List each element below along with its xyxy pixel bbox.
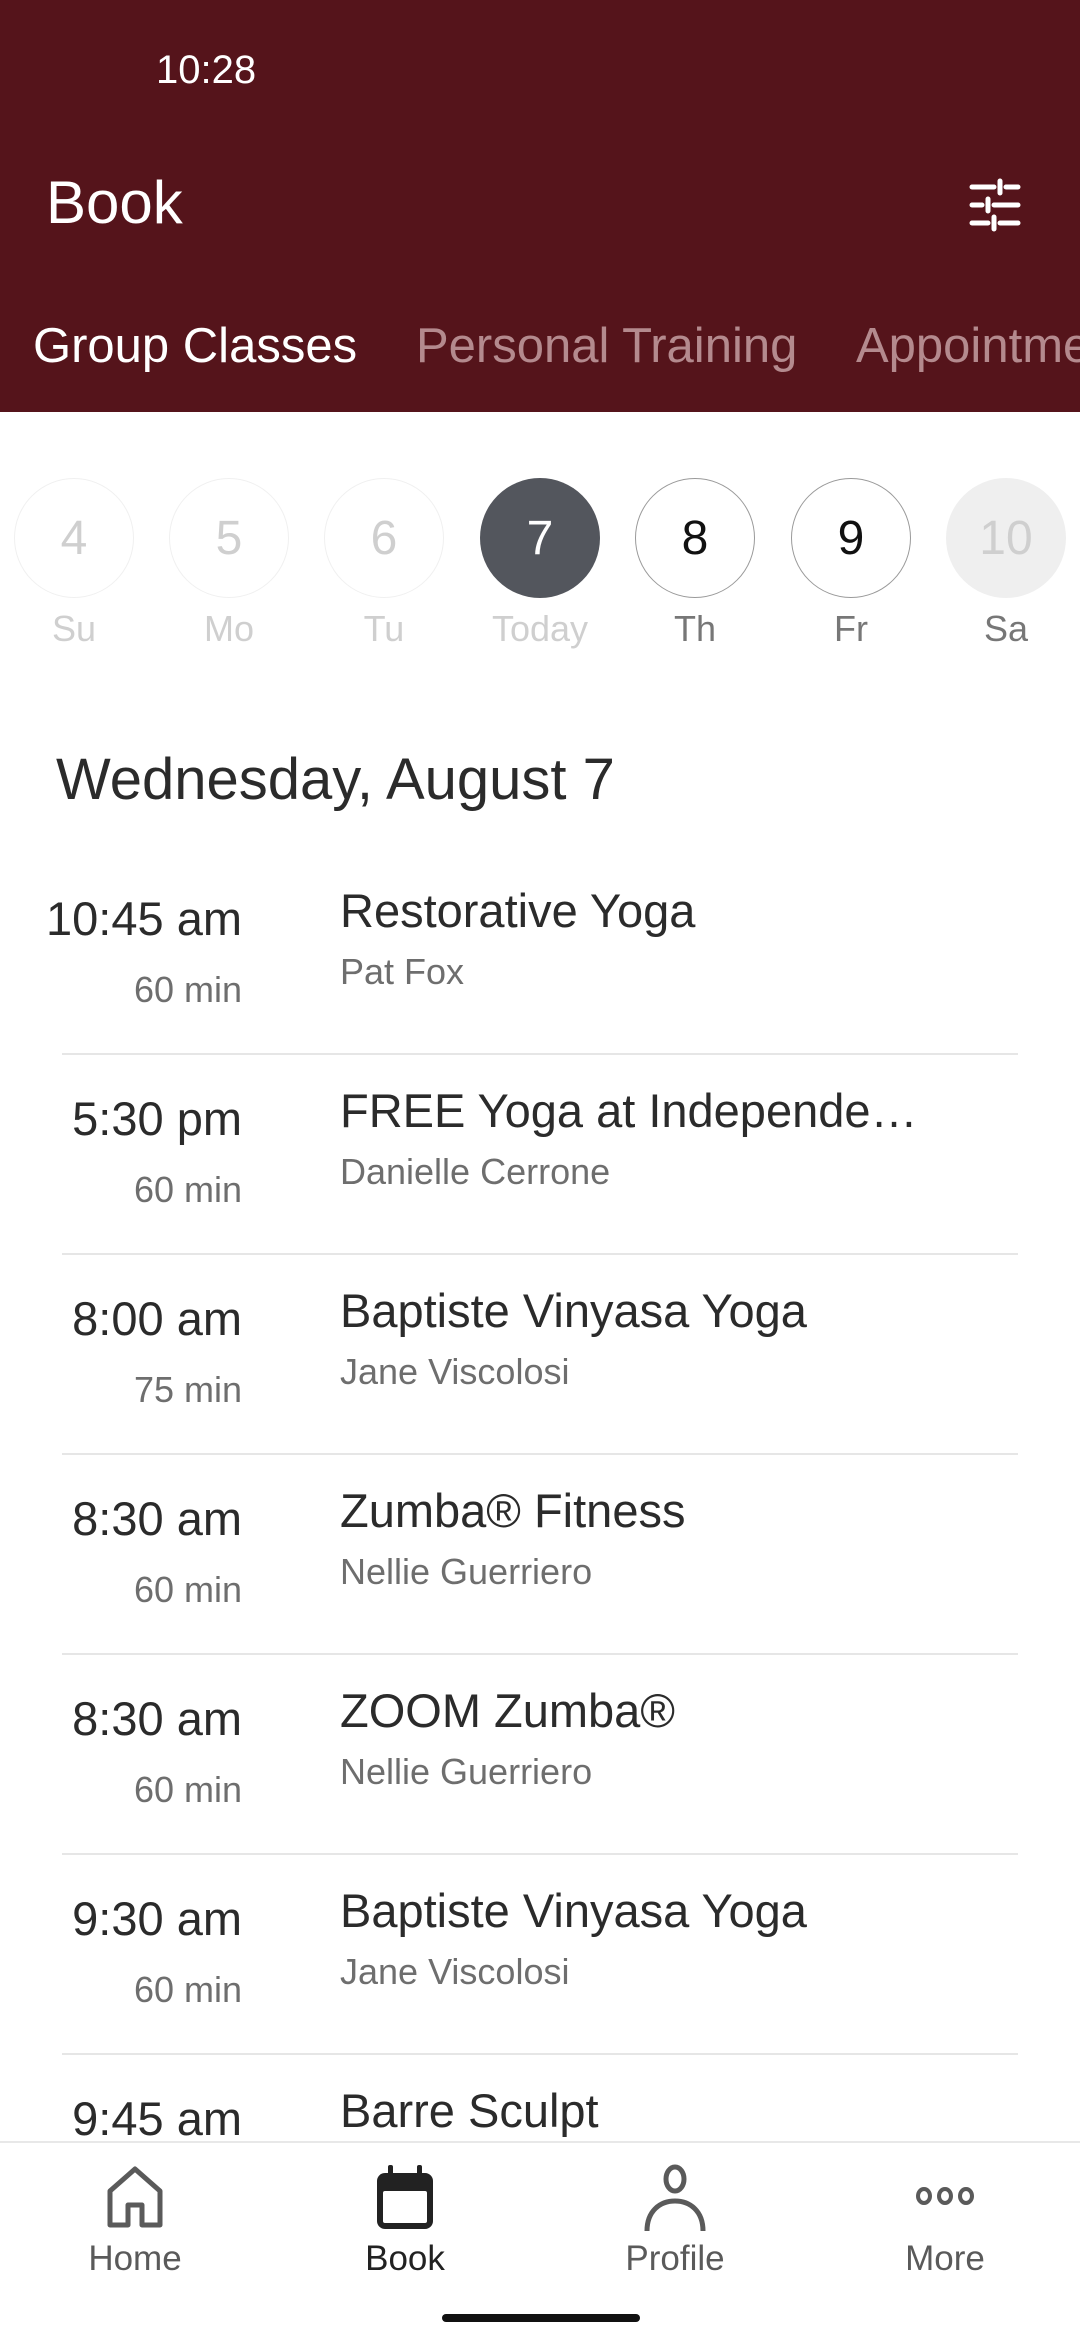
class-time: 8:30 am: [72, 1692, 242, 1745]
calendar-icon: [377, 2165, 433, 2229]
nav-label: Profile: [625, 2239, 725, 2278]
class-duration: 60 min: [133, 1169, 242, 1210]
bottom-navigation: Home Book Profile More: [0, 2141, 1080, 2340]
class-row[interactable]: 8:30 am 60 min Zumba® Fitness Nellie Gue…: [0, 1455, 1080, 1655]
date-item-4[interactable]: 4 Su: [13, 478, 135, 650]
date-item-9[interactable]: 9 Fr: [790, 478, 912, 650]
nav-label: Home: [88, 2239, 182, 2278]
date-circle: 6: [324, 478, 444, 598]
date-strip: 4 Su 5 Mo 6 Tu 7 Today 8 Th 9 Fr 10 Sa: [0, 478, 1080, 658]
date-item-7-today[interactable]: 7 Today: [479, 478, 601, 650]
class-duration: 60 min: [133, 1569, 242, 1610]
class-duration: 75 min: [133, 1369, 242, 1410]
person-icon: [644, 2164, 706, 2232]
class-instructor: Nellie Guerriero: [340, 1551, 593, 1592]
class-time: 10:45 am: [46, 892, 242, 945]
nav-home[interactable]: Home: [0, 2143, 270, 2293]
class-duration: 60 min: [133, 969, 242, 1010]
app-header: 10:28 Book Group Classes Personal Traini…: [0, 0, 1080, 412]
class-instructor: Nellie Guerriero: [340, 1751, 593, 1792]
date-label: Th: [673, 608, 716, 649]
date-label: Today: [491, 608, 589, 649]
class-row[interactable]: 8:00 am 75 min Baptiste Vinyasa Yoga Jan…: [0, 1255, 1080, 1455]
date-circle-selected: 7: [480, 478, 600, 598]
date-circle: 4: [14, 478, 134, 598]
class-duration: 60 min: [133, 1969, 242, 2010]
tab-personal-training[interactable]: Personal Training: [416, 318, 797, 374]
class-row[interactable]: 8:30 am 60 min ZOOM Zumba® Nellie Guerri…: [0, 1655, 1080, 1855]
date-circle: 5: [169, 478, 289, 598]
date-circle: 10: [946, 478, 1066, 598]
class-time: 9:30 am: [72, 1892, 242, 1945]
home-indicator[interactable]: [442, 2314, 640, 2322]
date-label: Sa: [983, 608, 1029, 649]
more-dots-icon: [916, 2187, 974, 2205]
class-list[interactable]: 10:45 am 60 min Restorative Yoga Pat Fox…: [0, 855, 1080, 2141]
date-item-8[interactable]: 8 Th: [634, 478, 756, 650]
tab-group-classes[interactable]: Group Classes: [33, 318, 357, 374]
nav-profile[interactable]: Profile: [540, 2143, 810, 2293]
class-row[interactable]: 9:30 am 60 min Baptiste Vinyasa Yoga Jan…: [0, 1855, 1080, 2055]
filter-button[interactable]: [960, 170, 1030, 240]
nav-more[interactable]: More: [810, 2143, 1080, 2293]
status-bar-time: 10:28: [156, 48, 257, 92]
class-instructor: Pat Fox: [340, 951, 465, 992]
class-instructor: Jane Viscolosi: [340, 1951, 570, 1992]
nav-book[interactable]: Book: [270, 2143, 540, 2293]
class-name: Baptiste Vinyasa Yoga: [340, 1284, 807, 1337]
date-label: Fr: [834, 608, 868, 649]
class-time: 8:30 am: [72, 1492, 242, 1545]
class-time: 9:45 am: [72, 2092, 242, 2141]
nav-label: Book: [365, 2239, 445, 2278]
day-heading: Wednesday, August 7: [56, 747, 615, 812]
tab-appointments[interactable]: Appointments: [856, 318, 1080, 374]
page-title: Book: [46, 169, 183, 236]
class-name: Baptiste Vinyasa Yoga: [340, 1884, 807, 1937]
date-label: Tu: [363, 608, 405, 649]
date-circle: 9: [791, 478, 911, 598]
date-item-5[interactable]: 5 Mo: [168, 478, 290, 650]
class-time: 5:30 pm: [72, 1092, 242, 1145]
class-name: Restorative Yoga: [340, 884, 696, 937]
class-instructor: Danielle Cerrone: [340, 1151, 611, 1192]
class-duration: 60 min: [133, 1769, 242, 1810]
date-item-6[interactable]: 6 Tu: [323, 478, 445, 650]
class-time: 8:00 am: [72, 1292, 242, 1345]
date-label: Su: [51, 608, 97, 649]
booking-tabs: Group Classes Personal Training Appointm…: [0, 318, 1080, 378]
class-row[interactable]: 5:30 pm 60 min FREE Yoga at Independe… D…: [0, 1055, 1080, 1255]
class-name: Zumba® Fitness: [340, 1484, 686, 1537]
class-row[interactable]: 9:45 am Barre Sculpt: [0, 2055, 1080, 2141]
class-name: ZOOM Zumba®: [340, 1684, 675, 1737]
class-name: FREE Yoga at Independe…: [340, 1084, 918, 1137]
date-item-10[interactable]: 10 Sa: [945, 478, 1067, 650]
date-circle: 8: [635, 478, 755, 598]
class-name: Barre Sculpt: [340, 2084, 599, 2137]
nav-label: More: [905, 2239, 985, 2278]
sliders-icon: [969, 178, 1021, 232]
class-instructor: Jane Viscolosi: [340, 1351, 570, 1392]
date-label: Mo: [203, 608, 254, 649]
home-icon: [107, 2166, 163, 2228]
class-row[interactable]: 10:45 am 60 min Restorative Yoga Pat Fox: [0, 855, 1080, 1055]
